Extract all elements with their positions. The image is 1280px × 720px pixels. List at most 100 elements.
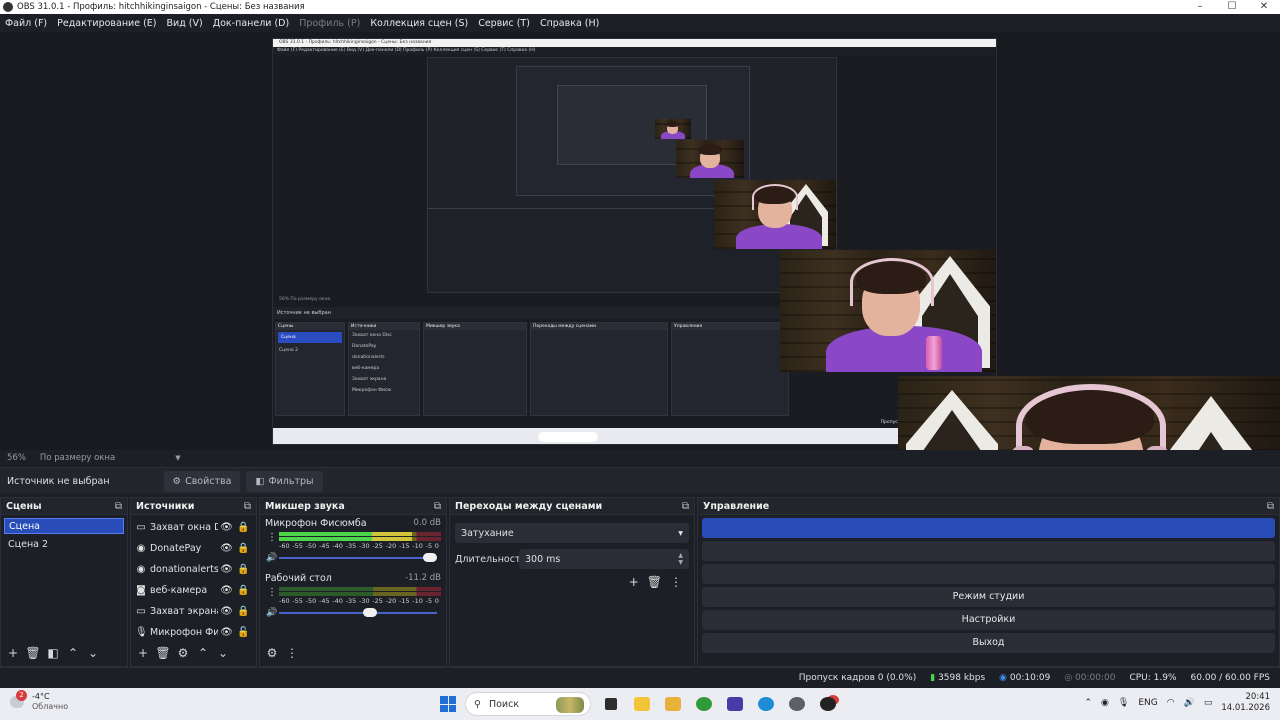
battery-icon[interactable]: ▭	[1204, 698, 1213, 708]
source-name: Захват экрана	[150, 606, 218, 617]
menu-view[interactable]: Вид (V)	[167, 18, 203, 29]
spin-arrows-icon[interactable]: ▲ ▼	[678, 552, 683, 566]
weather-widget[interactable]: 2 -4°C Облачно	[8, 690, 68, 712]
chevron-down-icon[interactable]: ▼	[175, 454, 180, 462]
menu-file[interactable]: Файл (F)	[5, 18, 47, 29]
undock-icon[interactable]: ⧉	[244, 501, 251, 512]
filters-button[interactable]: ◧ Фильтры	[246, 470, 323, 492]
source-item[interactable]: ◉ DonatePay 👁 🔒	[131, 538, 256, 559]
eye-icon[interactable]: 👁	[218, 564, 235, 575]
source-item[interactable]: ▭ Захват окна Disc 👁 🔒	[131, 517, 256, 538]
search-placeholder: Поиск	[488, 698, 520, 710]
eye-icon[interactable]: 👁	[218, 606, 235, 617]
mixer-toolbar: ⚙ ⋮	[260, 640, 446, 666]
studio-mode-button[interactable]: Режим студии	[702, 587, 1275, 607]
zoom-mode-select[interactable]: По размеру окна	[40, 453, 115, 463]
add-icon[interactable]: +	[135, 646, 151, 660]
transition-select[interactable]: Затухание ▾	[455, 523, 689, 543]
exit-button[interactable]: Выход	[702, 633, 1275, 653]
wifi-icon[interactable]: ◠	[1167, 698, 1175, 708]
eye-icon[interactable]: 👁	[218, 543, 235, 554]
settings-icon[interactable]	[786, 693, 808, 715]
eye-icon[interactable]: 👁	[218, 627, 235, 638]
lock-icon[interactable]: 🔒	[235, 564, 252, 575]
preview-canvas[interactable]: OBS 31.0.1 - Профиль: hitchhikinginsaigo…	[0, 32, 1280, 450]
file-explorer-icon[interactable]	[631, 693, 653, 715]
more-icon[interactable]: ⋮	[284, 646, 300, 660]
trash-icon[interactable]: 🗑	[25, 646, 41, 660]
trash-icon[interactable]: 🗑	[647, 575, 662, 589]
lock-icon[interactable]: 🔒	[235, 585, 252, 596]
lock-icon[interactable]: 🔒	[235, 606, 252, 617]
maximize-button[interactable]: ☐	[1216, 0, 1248, 14]
stream-time: ◉ 00:10:09	[999, 673, 1051, 683]
mic-icon[interactable]: 🎙	[1118, 698, 1129, 708]
edge-icon[interactable]	[755, 693, 777, 715]
arrow-down-icon[interactable]: ⌄	[215, 646, 231, 660]
menu-help[interactable]: Справка (H)	[540, 18, 599, 29]
scene-item[interactable]: Сцена 2	[4, 537, 124, 553]
virtual-camera-button[interactable]	[702, 564, 1275, 584]
undock-icon[interactable]: ⧉	[1267, 501, 1274, 512]
source-item[interactable]: ◙ веб-камера 👁 🔒	[131, 580, 256, 601]
explorer-icon[interactable]	[662, 693, 684, 715]
chevron-up-icon[interactable]: ⌃	[1084, 698, 1092, 708]
speaker-icon[interactable]: 🔊	[265, 608, 279, 618]
eye-icon[interactable]: 👁	[218, 522, 235, 533]
obs-taskbar-icon[interactable]	[817, 693, 839, 715]
menu-profile[interactable]: Профиль (P)	[299, 18, 360, 29]
close-button[interactable]: ✕	[1248, 0, 1280, 14]
xbox-icon[interactable]	[693, 693, 715, 715]
duration-input[interactable]: 300 ms ▲ ▼	[519, 549, 689, 569]
menu-scene-collection[interactable]: Коллекция сцен (S)	[370, 18, 468, 29]
menu-tools[interactable]: Сервис (T)	[478, 18, 530, 29]
volume-icon[interactable]: 🔊	[1184, 698, 1195, 708]
lock-icon[interactable]: 🔒	[235, 522, 252, 533]
unlock-icon[interactable]: 🔓	[235, 627, 252, 638]
arrow-down-icon[interactable]: ⌄	[85, 646, 101, 660]
language-indicator[interactable]: ENG	[1138, 698, 1157, 708]
volume-slider[interactable]	[279, 608, 437, 617]
record-status-icon[interactable]: ◉	[1101, 698, 1109, 708]
meter-ticks: -60 -55 -50 -45 -40 -35 -30 -25 -20 -15 -10 -5 0	[279, 597, 439, 605]
more-icon[interactable]: ⋮	[265, 532, 279, 543]
add-icon[interactable]: +	[629, 575, 639, 589]
properties-button[interactable]: ⚙ Свойства	[163, 470, 241, 492]
duration-value: 300 ms	[525, 553, 561, 565]
arrow-up-icon[interactable]: ⌃	[65, 646, 81, 660]
start-recording-button[interactable]	[702, 541, 1275, 561]
webcam-frame-xs	[676, 140, 744, 178]
more-icon[interactable]: ⋮	[265, 587, 279, 598]
source-item[interactable]: ▭ Захват экрана 👁 🔒	[131, 601, 256, 622]
filter-icon[interactable]: ◧	[45, 646, 61, 660]
windows-start-icon[interactable]	[440, 696, 456, 712]
clock[interactable]: 20:41 14.01.2026	[1221, 692, 1270, 714]
webcam-source[interactable]	[898, 376, 1280, 450]
undock-icon[interactable]: ⧉	[115, 501, 122, 512]
task-view-icon[interactable]	[600, 693, 622, 715]
speaker-icon[interactable]: 🔊	[265, 553, 279, 563]
more-icon[interactable]: ⋮	[670, 575, 682, 589]
record-time: ◎ 00:00:00	[1064, 673, 1116, 683]
taskbar-search[interactable]: ⚲ Поиск	[465, 692, 591, 716]
menu-docks[interactable]: Док-панели (D)	[213, 18, 289, 29]
menu-edit[interactable]: Редактирование (E)	[57, 18, 156, 29]
trash-icon[interactable]: 🗑	[155, 646, 171, 660]
undock-icon[interactable]: ⧉	[682, 501, 689, 512]
lock-icon[interactable]: 🔒	[235, 543, 252, 554]
settings-button[interactable]: Настройки	[702, 610, 1275, 630]
undock-icon[interactable]: ⧉	[434, 501, 441, 512]
volume-slider[interactable]	[279, 553, 437, 562]
gear-icon[interactable]: ⚙	[264, 646, 280, 660]
add-icon[interactable]: +	[5, 646, 21, 660]
source-item[interactable]: ◉ donationalerts 👁 🔒	[131, 559, 256, 580]
nested-mixer-dock: Микшер звука	[423, 322, 527, 416]
eye-icon[interactable]: 👁	[218, 585, 235, 596]
minimize-button[interactable]: –	[1184, 0, 1216, 14]
start-stream-button[interactable]	[702, 518, 1275, 538]
arrow-up-icon[interactable]: ⌃	[195, 646, 211, 660]
scene-item[interactable]: Сцена	[4, 518, 124, 534]
gear-icon[interactable]: ⚙	[175, 646, 191, 660]
app-icon[interactable]	[724, 693, 746, 715]
controls-dock: Управление ⧉ Режим студии Настройки Выхо…	[697, 497, 1280, 667]
